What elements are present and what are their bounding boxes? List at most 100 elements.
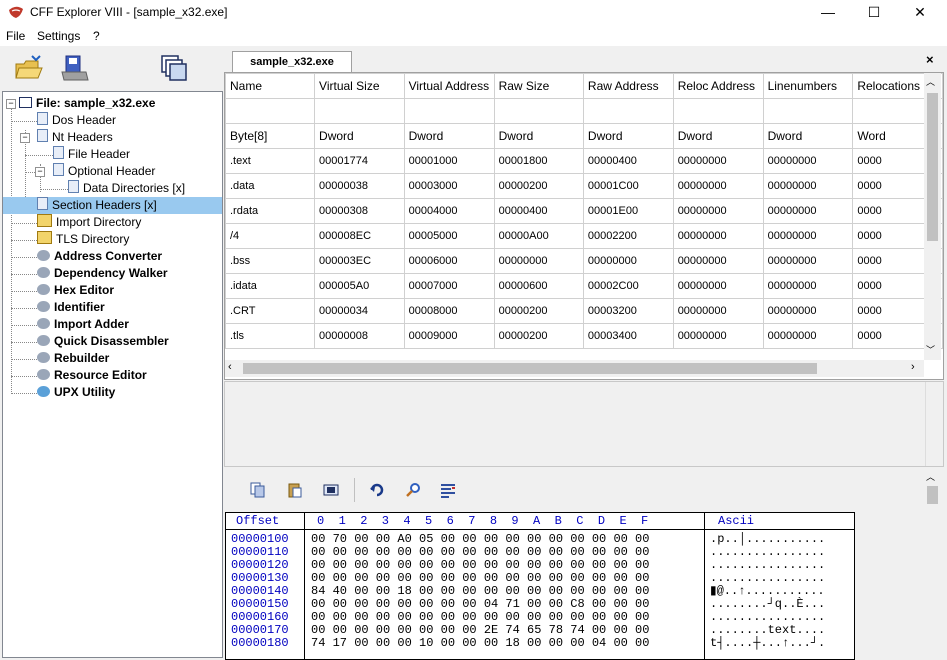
copy-icon[interactable]: [250, 482, 266, 498]
tree-item-identifier[interactable]: Identifier: [37, 299, 105, 316]
section-cell[interactable]: 00000200: [493, 298, 584, 324]
section-cell[interactable]: .rdata: [225, 198, 316, 224]
tree-item-section-headers[interactable]: Section Headers [x]: [3, 197, 222, 214]
section-cell[interactable]: 00001E00: [582, 198, 674, 224]
scroll-right-icon[interactable]: ›: [911, 361, 915, 373]
section-cell[interactable]: 00003000: [403, 173, 495, 199]
close-tab-icon[interactable]: ×: [926, 52, 934, 67]
section-cell[interactable]: 00008000: [403, 298, 495, 324]
hex-offset[interactable]: 00000180: [231, 637, 289, 650]
section-row[interactable]: /4 000008EC 00005000 00000A00 00002200 000000…: [225, 223, 943, 249]
collapse-toggle[interactable]: −: [20, 133, 30, 143]
section-cell[interactable]: .text: [225, 148, 316, 174]
section-row[interactable]: .text 00001774 00001000 00001800 00000400 000…: [225, 148, 943, 174]
section-cell[interactable]: 00000000: [762, 323, 854, 349]
grid-vertical-scrollbar[interactable]: ︿ ﹀: [924, 73, 941, 360]
section-cell[interactable]: .tls: [225, 323, 316, 349]
column-header[interactable]: Raw Size: [493, 73, 584, 99]
section-cell[interactable]: 00000600: [493, 273, 584, 299]
section-cell[interactable]: 00000000: [762, 223, 854, 249]
tree-item-optional-header[interactable]: Optional Header: [53, 163, 155, 180]
section-cell[interactable]: 00000000: [762, 273, 854, 299]
tree-item-address-converter[interactable]: Address Converter: [37, 248, 162, 265]
section-cell[interactable]: 00000000: [582, 248, 674, 274]
paste-icon[interactable]: [287, 482, 303, 498]
section-cell[interactable]: .data: [225, 173, 316, 199]
hex-vertical-scrollbar[interactable]: ︿: [924, 468, 941, 658]
section-cell[interactable]: /4: [225, 223, 316, 249]
scroll-down-icon[interactable]: ﹀: [926, 343, 935, 356]
tree-item-hex-editor[interactable]: Hex Editor: [37, 282, 114, 299]
section-cell[interactable]: 00001800: [493, 148, 584, 174]
section-cell[interactable]: 00003400: [582, 323, 674, 349]
search-icon[interactable]: [405, 482, 421, 498]
section-cell[interactable]: 00000000: [672, 148, 764, 174]
scroll-up-icon[interactable]: ︿: [926, 75, 935, 88]
tree-item-quick-disassembler[interactable]: Quick Disassembler: [37, 333, 169, 350]
section-cell[interactable]: 00000200: [493, 323, 584, 349]
section-cell[interactable]: 00000000: [672, 173, 764, 199]
section-cell[interactable]: 00000034: [314, 298, 405, 324]
tree-item-nt-headers[interactable]: Nt Headers: [37, 129, 113, 146]
section-cell[interactable]: 00009000: [403, 323, 495, 349]
hex-view[interactable]: Offset 0 1 2 3 4 5 6 7 8 9 A B C D E F A…: [225, 512, 855, 660]
section-row[interactable]: .CRT 00000034 00008000 00000200 00003200 0000…: [225, 298, 943, 324]
section-cell[interactable]: 00000000: [672, 298, 764, 324]
section-cell[interactable]: 00000400: [582, 148, 674, 174]
section-cell[interactable]: 00000A00: [493, 223, 584, 249]
section-cell[interactable]: 00000000: [762, 298, 854, 324]
minimize-button[interactable]: —: [805, 0, 851, 26]
collapse-toggle[interactable]: −: [35, 167, 45, 177]
section-cell[interactable]: 00000000: [762, 198, 854, 224]
scroll-up-icon[interactable]: ︿: [926, 470, 935, 483]
section-cell[interactable]: 000003EC: [314, 248, 405, 274]
section-row[interactable]: .tls 00000008 00009000 00000200 00003400 0000…: [225, 323, 943, 349]
tree-item-import-directory[interactable]: Import Directory: [37, 214, 141, 231]
section-cell[interactable]: 00000000: [762, 248, 854, 274]
section-cell[interactable]: 00004000: [403, 198, 495, 224]
close-button[interactable]: ✕: [897, 0, 943, 26]
format-icon[interactable]: [440, 482, 456, 498]
section-cell[interactable]: 00000200: [493, 173, 584, 199]
open-folder-icon[interactable]: [14, 54, 44, 82]
tree-item-tls-directory[interactable]: TLS Directory: [37, 231, 129, 248]
windows-icon[interactable]: [160, 54, 190, 82]
tree-item-data-directories[interactable]: Data Directories [x]: [68, 180, 185, 197]
column-header[interactable]: Raw Address: [582, 73, 674, 99]
scroll-thumb[interactable]: [927, 93, 938, 241]
section-cell[interactable]: .CRT: [225, 298, 316, 324]
section-cell[interactable]: 00000000: [672, 248, 764, 274]
column-header[interactable]: Linenumbers: [762, 73, 854, 99]
scroll-thumb[interactable]: [243, 363, 817, 374]
grid-horizontal-scrollbar[interactable]: ‹ ›: [225, 360, 924, 377]
section-cell[interactable]: 00000000: [762, 173, 854, 199]
maximize-button[interactable]: ☐: [851, 0, 897, 26]
section-row[interactable]: .bss 000003EC 00006000 00000000 00000000 0000…: [225, 248, 943, 274]
section-cell[interactable]: 00000038: [314, 173, 405, 199]
info-scrollbar[interactable]: [925, 382, 943, 466]
section-cell[interactable]: 00000308: [314, 198, 405, 224]
tab-sample-file[interactable]: sample_x32.exe: [232, 51, 352, 72]
tree-item-upx-utility[interactable]: UPX Utility: [37, 384, 115, 401]
section-cell[interactable]: 00000008: [314, 323, 405, 349]
section-cell[interactable]: 00002C00: [582, 273, 674, 299]
section-cell[interactable]: 00007000: [403, 273, 495, 299]
save-icon[interactable]: [60, 54, 90, 82]
menu-settings[interactable]: Settings: [37, 29, 80, 43]
tree-item-import-adder[interactable]: Import Adder: [37, 316, 129, 333]
column-header[interactable]: Virtual Size: [314, 73, 405, 99]
tree-item-resource-editor[interactable]: Resource Editor: [37, 367, 147, 384]
section-cell[interactable]: 00006000: [403, 248, 495, 274]
section-cell[interactable]: 00000000: [672, 198, 764, 224]
select-block-icon[interactable]: [323, 482, 339, 498]
collapse-toggle[interactable]: −: [6, 99, 16, 109]
menu-help[interactable]: ?: [93, 29, 100, 43]
tree-item-dos-header[interactable]: Dos Header: [37, 112, 116, 129]
column-header[interactable]: Virtual Address: [403, 73, 495, 99]
hex-ascii[interactable]: t┤....┼...↑...┘.: [710, 637, 825, 650]
section-cell[interactable]: 00002200: [582, 223, 674, 249]
section-cell[interactable]: 00003200: [582, 298, 674, 324]
section-cell[interactable]: 000008EC: [314, 223, 405, 249]
section-row[interactable]: .data 00000038 00003000 00000200 00001C00 000…: [225, 173, 943, 199]
section-cell[interactable]: .bss: [225, 248, 316, 274]
